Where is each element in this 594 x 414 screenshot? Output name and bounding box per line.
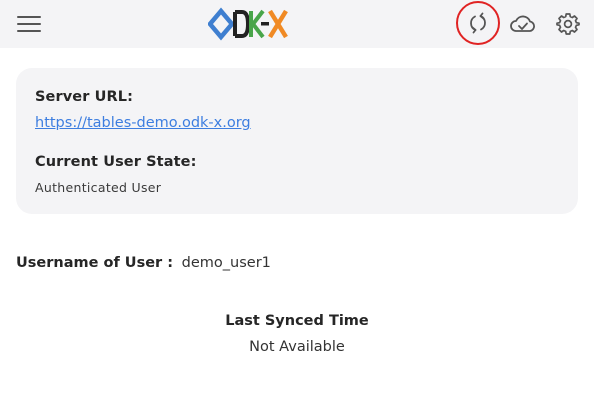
username-value: demo_user1 — [181, 255, 271, 271]
cloud-done-icon — [510, 15, 535, 32]
user-state-value: Authenticated User — [35, 180, 162, 195]
server-info-card: Server URL: https://tables-demo.odk-x.or… — [16, 68, 578, 214]
server-url-label: Server URL: — [35, 89, 133, 105]
menu-button[interactable] — [12, 8, 46, 40]
last-synced-value: Not Available — [249, 339, 345, 355]
server-url-link[interactable]: https://tables-demo.odk-x.org — [35, 115, 251, 131]
gear-icon — [556, 13, 580, 35]
username-label: Username of User : — [16, 255, 174, 271]
hamburger-menu-icon — [17, 16, 41, 32]
user-state-label: Current User State: — [35, 154, 197, 170]
odk-x-logo — [208, 7, 288, 41]
app-bar — [0, 0, 594, 48]
cloud-button[interactable] — [505, 6, 541, 42]
sync-icon — [470, 12, 486, 34]
settings-button[interactable] — [550, 6, 586, 42]
sync-button[interactable] — [456, 1, 500, 45]
username-row: Username of User : demo_user1 — [16, 255, 271, 271]
last-synced-label: Last Synced Time — [225, 313, 369, 329]
